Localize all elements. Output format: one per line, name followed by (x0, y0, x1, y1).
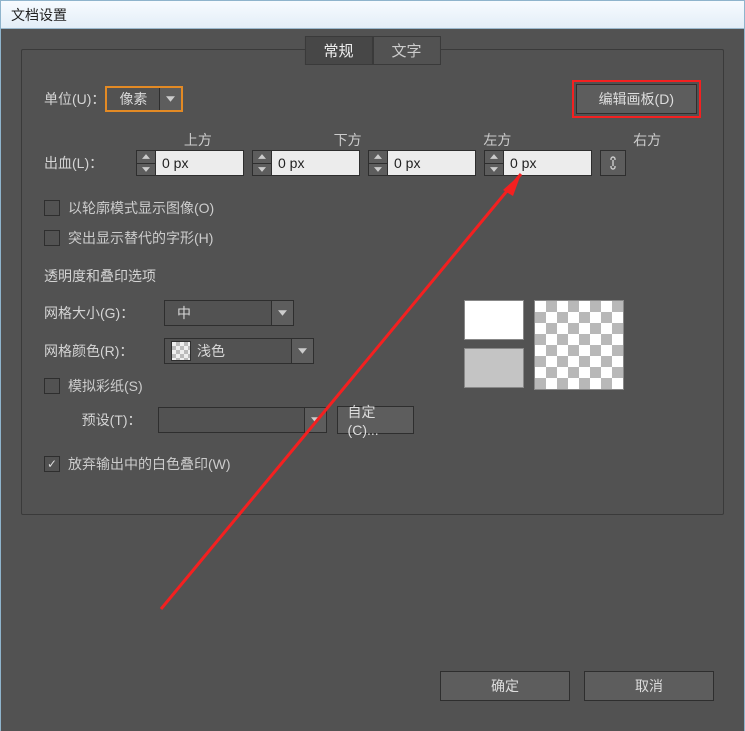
unit-value: 像素 (107, 89, 159, 109)
grid-size-label: 网格大小(G)： (44, 303, 154, 323)
grid-color-row: 网格颜色(R)： 浅色 (44, 338, 414, 364)
tab-text[interactable]: 文字 (373, 36, 441, 65)
grid-color-select[interactable]: 浅色 (164, 338, 314, 364)
bleed-label: 出血(L)： (44, 153, 128, 173)
bleed-left-header: 左方 (444, 130, 552, 150)
grid-size-row: 网格大小(G)： 中 (44, 300, 414, 326)
highlight-glyphs-checkbox[interactable]: 突出显示替代的字形(H) (44, 228, 701, 248)
highlight-glyphs-label: 突出显示替代的字形(H) (68, 228, 213, 248)
discard-white-label: 放弃输出中的白色叠印(W) (68, 454, 231, 474)
unit-label: 单位(U)： (44, 89, 105, 109)
titlebar: 文档设置 (1, 1, 744, 29)
chevron-down-icon (271, 301, 293, 325)
color-preview (464, 300, 624, 390)
grid-color-swatch-icon (171, 341, 191, 361)
stepper-icon[interactable] (484, 150, 504, 176)
custom-button[interactable]: 自定(C)... (337, 406, 414, 434)
bleed-right-field[interactable] (504, 150, 592, 176)
stepper-icon[interactable] (368, 150, 388, 176)
bleed-headers: 上方 下方 左方 右方 (144, 130, 701, 150)
checkbox-icon (44, 200, 60, 216)
bleed-left-input[interactable] (368, 150, 476, 176)
bleed-bottom-input[interactable] (252, 150, 360, 176)
client-area: 常规 文字 单位(U)： 像素 编辑画板(D) 上方 下方 左方 右方 (1, 29, 744, 731)
bleed-left-field[interactable] (388, 150, 476, 176)
simulate-paper-checkbox[interactable]: 模拟彩纸(S) (44, 376, 414, 396)
unit-select[interactable]: 像素 (105, 86, 183, 112)
color-swatch-white[interactable] (464, 300, 524, 340)
preset-label: 预设(T)： (44, 410, 148, 430)
dialog-buttons: 确定 取消 (440, 671, 714, 701)
stepper-icon[interactable] (136, 150, 156, 176)
link-icon[interactable] (600, 150, 626, 176)
cancel-button[interactable]: 取消 (584, 671, 714, 701)
checkbox-icon (44, 378, 60, 394)
chevron-down-icon (291, 339, 313, 363)
tab-general[interactable]: 常规 (304, 36, 372, 65)
dialog-window: 文档设置 常规 文字 单位(U)： 像素 编辑画板(D) 上方 下方 (0, 0, 745, 731)
bleed-top-header: 上方 (144, 130, 252, 150)
edit-artboard-button[interactable]: 编辑画板(D) (576, 84, 697, 114)
outline-mode-label: 以轮廓模式显示图像(O) (68, 198, 214, 218)
bleed-row: 出血(L)： (44, 150, 701, 176)
grid-color-label: 网格颜色(R)： (44, 341, 154, 361)
ok-button[interactable]: 确定 (440, 671, 570, 701)
bleed-right-input[interactable] (484, 150, 592, 176)
transparency-section-title: 透明度和叠印选项 (44, 266, 701, 286)
preset-row: 预设(T)： 自定(C)... (44, 406, 414, 434)
window-title: 文档设置 (11, 7, 67, 23)
grid-size-value: 中 (165, 303, 203, 323)
bleed-top-input[interactable] (136, 150, 244, 176)
grid-size-select[interactable]: 中 (164, 300, 294, 326)
checkbox-icon (44, 456, 60, 472)
bleed-bottom-field[interactable] (272, 150, 360, 176)
outline-mode-checkbox[interactable]: 以轮廓模式显示图像(O) (44, 198, 701, 218)
unit-row: 单位(U)： 像素 编辑画板(D) (44, 80, 701, 118)
edit-artboard-highlight: 编辑画板(D) (572, 80, 701, 118)
bleed-bottom-header: 下方 (294, 130, 402, 150)
stepper-icon[interactable] (252, 150, 272, 176)
tab-strip: 常规 文字 (304, 36, 440, 65)
preset-select[interactable] (158, 407, 327, 433)
chevron-down-icon (159, 88, 181, 110)
simulate-paper-label: 模拟彩纸(S) (68, 376, 143, 396)
transparency-grid-preview (534, 300, 624, 390)
discard-white-checkbox[interactable]: 放弃输出中的白色叠印(W) (44, 454, 701, 474)
color-swatch-gray[interactable] (464, 348, 524, 388)
settings-panel: 常规 文字 单位(U)： 像素 编辑画板(D) 上方 下方 左方 右方 (21, 49, 724, 515)
bleed-top-field[interactable] (156, 150, 244, 176)
chevron-down-icon (304, 408, 326, 432)
grid-color-value: 浅色 (197, 341, 237, 361)
checkbox-icon (44, 230, 60, 246)
bleed-right-header: 右方 (593, 130, 701, 150)
